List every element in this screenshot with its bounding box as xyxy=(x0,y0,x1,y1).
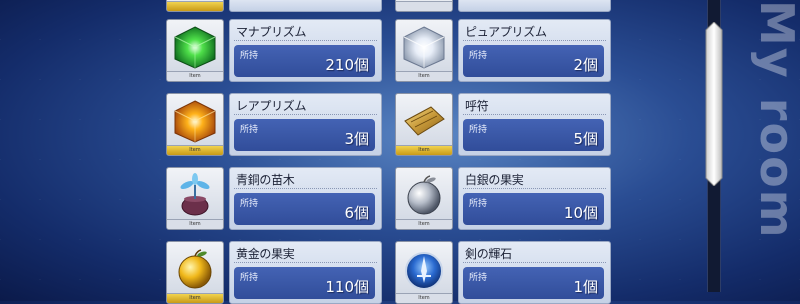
item-icon-frame: Item xyxy=(166,93,224,156)
item-info-panel xyxy=(229,0,382,12)
item-name: レアプリズム xyxy=(236,99,307,113)
item-icon-frame: Item xyxy=(166,19,224,82)
item-card-saber-gem[interactable]: Item 剣の輝石 所持 1個 xyxy=(395,241,611,304)
rarity-bar: Item xyxy=(167,145,223,155)
item-info-panel: マナプリズム 所持 210個 xyxy=(229,19,382,82)
divider xyxy=(463,114,606,115)
stock-count: 1個 xyxy=(573,278,598,296)
rarity-bar: Item xyxy=(396,145,452,155)
saber-gem-icon xyxy=(405,252,443,290)
item-info-panel: 青銅の苗木 所持 6個 xyxy=(229,167,382,230)
stock-count: 6個 xyxy=(344,204,369,222)
stock-panel: 所持 5個 xyxy=(463,119,604,151)
item-card-rare-prism[interactable]: Item レアプリズム 所持 3個 xyxy=(166,93,382,156)
stock-count: 2個 xyxy=(573,56,598,74)
item-icon-frame: Item xyxy=(166,241,224,304)
stock-panel: 所持 210個 xyxy=(234,45,375,77)
item-name: 青銅の苗木 xyxy=(236,173,295,187)
stock-label: 所持 xyxy=(469,51,488,61)
item-name: 剣の輝石 xyxy=(465,247,512,261)
rarity-bar: Item xyxy=(167,293,223,303)
item-icon-frame: Item xyxy=(395,93,453,156)
item-name: 黄金の果実 xyxy=(236,247,295,261)
item-card-partial-left[interactable] xyxy=(166,0,382,12)
stock-panel: 所持 2個 xyxy=(463,45,604,77)
item-info-panel xyxy=(458,0,611,12)
stock-count: 10個 xyxy=(563,204,598,222)
summon-ticket-icon xyxy=(404,106,445,136)
stock-count: 3個 xyxy=(344,130,369,148)
bronze-sapling-icon xyxy=(180,173,210,216)
silver-apple-icon xyxy=(407,175,441,215)
rarity-bar: Item xyxy=(167,219,223,229)
divider xyxy=(463,262,606,263)
item-card-summon-ticket[interactable]: Item 呼符 所持 5個 xyxy=(395,93,611,156)
item-list: Item マナプリズム 所持 210個 Item ピュアプリズム 所持 2個 I… xyxy=(166,0,611,304)
rarity-bar: Item xyxy=(396,293,452,303)
stock-count: 5個 xyxy=(573,130,598,148)
rarity-bar xyxy=(396,1,452,11)
side-title-text: My room xyxy=(750,0,800,240)
green-prism-icon xyxy=(174,26,216,69)
item-card-silver-apple[interactable]: Item 白銀の果実 所持 10個 xyxy=(395,167,611,230)
scrollbar-thumb[interactable] xyxy=(705,22,723,186)
rarity-bar: Item xyxy=(167,71,223,81)
item-icon-frame xyxy=(395,0,453,12)
item-info-panel: 白銀の果実 所持 10個 xyxy=(458,167,611,230)
divider xyxy=(234,114,377,115)
item-card-bronze-sapling[interactable]: Item 青銅の苗木 所持 6個 xyxy=(166,167,382,230)
stock-panel: 所持 110個 xyxy=(234,267,375,299)
item-icon-frame: Item xyxy=(395,241,453,304)
divider xyxy=(234,262,377,263)
item-icon-frame: Item xyxy=(166,167,224,230)
item-icon-frame: Item xyxy=(395,19,453,82)
stock-panel: 所持 3個 xyxy=(234,119,375,151)
item-name: ピュアプリズム xyxy=(465,25,547,39)
divider xyxy=(463,188,606,189)
stock-label: 所持 xyxy=(240,51,259,61)
stock-label: 所持 xyxy=(469,125,488,135)
stock-label: 所持 xyxy=(240,199,259,209)
item-card-partial-right[interactable] xyxy=(395,0,611,12)
item-name: 呼符 xyxy=(465,99,489,113)
rarity-bar: Item xyxy=(396,71,452,81)
item-icon-frame xyxy=(166,0,224,12)
item-info-panel: ピュアプリズム 所持 2個 xyxy=(458,19,611,82)
item-info-panel: レアプリズム 所持 3個 xyxy=(229,93,382,156)
stock-label: 所持 xyxy=(240,273,259,283)
divider xyxy=(234,40,377,41)
item-info-panel: 剣の輝石 所持 1個 xyxy=(458,241,611,304)
stock-panel: 所持 10個 xyxy=(463,193,604,225)
item-info-panel: 呼符 所持 5個 xyxy=(458,93,611,156)
item-card-golden-apple[interactable]: Item 黄金の果実 所持 110個 xyxy=(166,241,382,304)
divider xyxy=(463,40,606,41)
item-card-mana-prism[interactable]: Item マナプリズム 所持 210個 xyxy=(166,19,382,82)
item-name: マナプリズム xyxy=(236,25,307,39)
stock-label: 所持 xyxy=(240,125,259,135)
golden-apple-icon xyxy=(178,249,212,289)
stock-count: 110個 xyxy=(325,278,369,296)
item-name: 白銀の果実 xyxy=(465,173,524,187)
rarity-bar xyxy=(167,1,223,11)
gold-prism-icon xyxy=(174,100,216,143)
white-prism-icon xyxy=(403,26,445,69)
stock-panel: 所持 1個 xyxy=(463,267,604,299)
stock-panel: 所持 6個 xyxy=(234,193,375,225)
divider xyxy=(234,188,377,189)
stock-count: 210個 xyxy=(325,56,369,74)
item-card-pure-prism[interactable]: Item ピュアプリズム 所持 2個 xyxy=(395,19,611,82)
item-info-panel: 黄金の果実 所持 110個 xyxy=(229,241,382,304)
rarity-bar: Item xyxy=(396,219,452,229)
stock-label: 所持 xyxy=(469,199,488,209)
item-icon-frame: Item xyxy=(395,167,453,230)
stock-label: 所持 xyxy=(469,273,488,283)
